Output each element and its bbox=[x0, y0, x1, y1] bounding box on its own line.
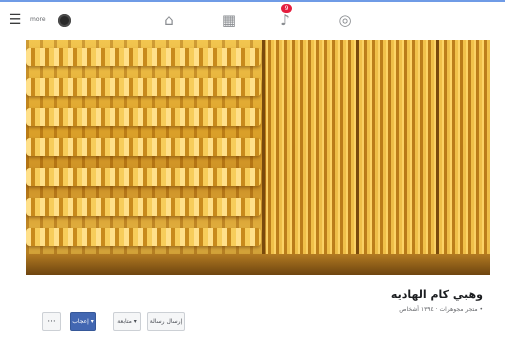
more-label[interactable]: more bbox=[30, 16, 46, 23]
more-button[interactable]: ··· bbox=[42, 312, 61, 331]
cover-band bbox=[26, 198, 261, 216]
cover-band bbox=[26, 108, 261, 126]
cover-band bbox=[26, 138, 261, 156]
like-button[interactable]: إعجاب ▾ bbox=[70, 312, 96, 331]
page-meta: • متجر مجوهرات · ١٣٩٤ أشخاص bbox=[399, 306, 483, 313]
cover-floor bbox=[26, 254, 490, 275]
cover-frame-line bbox=[262, 40, 265, 275]
cover-band bbox=[26, 168, 261, 186]
avatar[interactable] bbox=[58, 14, 71, 27]
message-button[interactable]: إرسال رسالة bbox=[147, 312, 185, 331]
top-nav-bar: ☰ more ⌂ ▦ ♪ 9 ◎ bbox=[0, 2, 505, 38]
menu-more-icon[interactable]: ◎ bbox=[336, 11, 354, 29]
page-title[interactable]: وهبي كام الهاديه bbox=[391, 288, 483, 301]
home-icon[interactable]: ⌂ bbox=[160, 11, 178, 29]
cover-photo[interactable] bbox=[26, 40, 490, 275]
cover-frame-line bbox=[356, 40, 359, 275]
notifications-icon[interactable]: ♪ 9 bbox=[276, 4, 294, 29]
marketplace-icon[interactable]: ▦ bbox=[220, 11, 238, 29]
notification-badge: 9 bbox=[281, 4, 292, 13]
cover-band bbox=[26, 78, 261, 96]
cover-band bbox=[26, 48, 261, 66]
follow-button[interactable]: متابعة ▾ bbox=[113, 312, 141, 331]
menu-icon[interactable]: ☰ bbox=[6, 11, 24, 29]
cover-band bbox=[26, 228, 261, 246]
cover-right-panel bbox=[266, 40, 490, 275]
cover-frame-line bbox=[436, 40, 439, 275]
